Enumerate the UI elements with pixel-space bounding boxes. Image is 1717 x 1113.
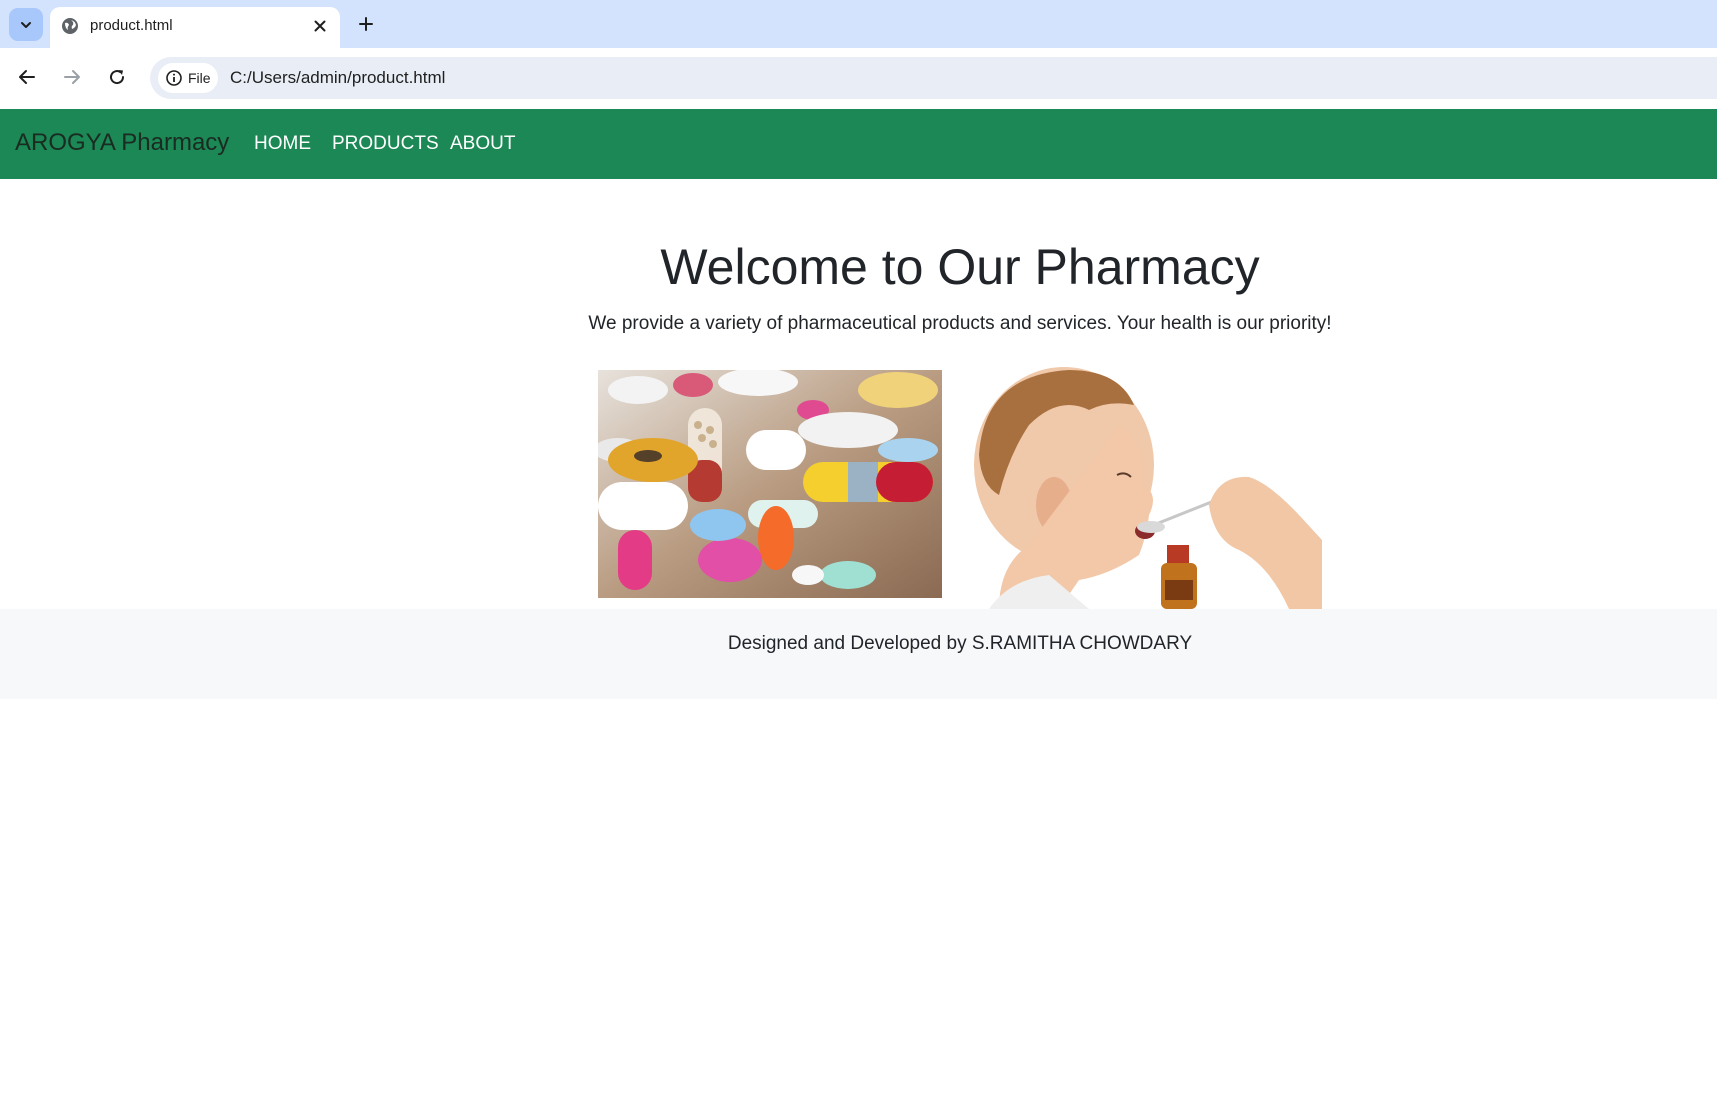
tab-close-button[interactable] bbox=[309, 15, 331, 37]
tab-title: product.html bbox=[90, 17, 173, 34]
nav-link-products[interactable]: PRODUCTS bbox=[332, 133, 439, 155]
url-text[interactable]: C:/Users/admin/product.html bbox=[230, 68, 445, 88]
reload-button[interactable] bbox=[104, 64, 130, 90]
browser-tab-strip: product.html bbox=[0, 0, 1717, 48]
new-tab-button[interactable] bbox=[353, 11, 379, 37]
globe-icon bbox=[62, 18, 78, 34]
pills-photo bbox=[598, 370, 942, 598]
site-navbar: AROGYA Pharmacy HOME PRODUCTS ABOUT bbox=[0, 109, 1717, 179]
reload-icon bbox=[110, 70, 125, 85]
nav-link-home[interactable]: HOME bbox=[254, 133, 311, 155]
forward-button[interactable] bbox=[59, 64, 85, 90]
browser-tab-active[interactable]: product.html bbox=[50, 7, 340, 48]
browser-toolbar: File C:/Users/admin/product.html bbox=[0, 48, 1717, 108]
close-icon bbox=[314, 20, 326, 32]
arrow-right-icon bbox=[64, 70, 80, 84]
site-info-chip[interactable]: File bbox=[158, 63, 218, 93]
plus-icon bbox=[359, 17, 373, 31]
address-bar[interactable]: File C:/Users/admin/product.html bbox=[150, 57, 1717, 99]
child-taking-medicine-photo bbox=[969, 365, 1322, 609]
nav-link-about[interactable]: ABOUT bbox=[450, 133, 515, 155]
arrow-left-icon bbox=[19, 70, 35, 84]
footer-credit: Designed and Developed by S.RAMITHA CHOW… bbox=[727, 633, 1193, 654]
back-button[interactable] bbox=[14, 64, 40, 90]
page-subtitle: We provide a variety of pharmaceutical p… bbox=[588, 313, 1332, 334]
chevron-down-icon bbox=[21, 21, 31, 28]
page-title: Welcome to Our Pharmacy bbox=[660, 239, 1260, 295]
site-footer: Designed and Developed by S.RAMITHA CHOW… bbox=[0, 609, 1717, 699]
info-icon bbox=[166, 70, 182, 86]
tab-search-button[interactable] bbox=[9, 8, 43, 41]
site-chip-label: File bbox=[188, 70, 211, 86]
brand-link[interactable]: AROGYA Pharmacy bbox=[15, 129, 229, 157]
